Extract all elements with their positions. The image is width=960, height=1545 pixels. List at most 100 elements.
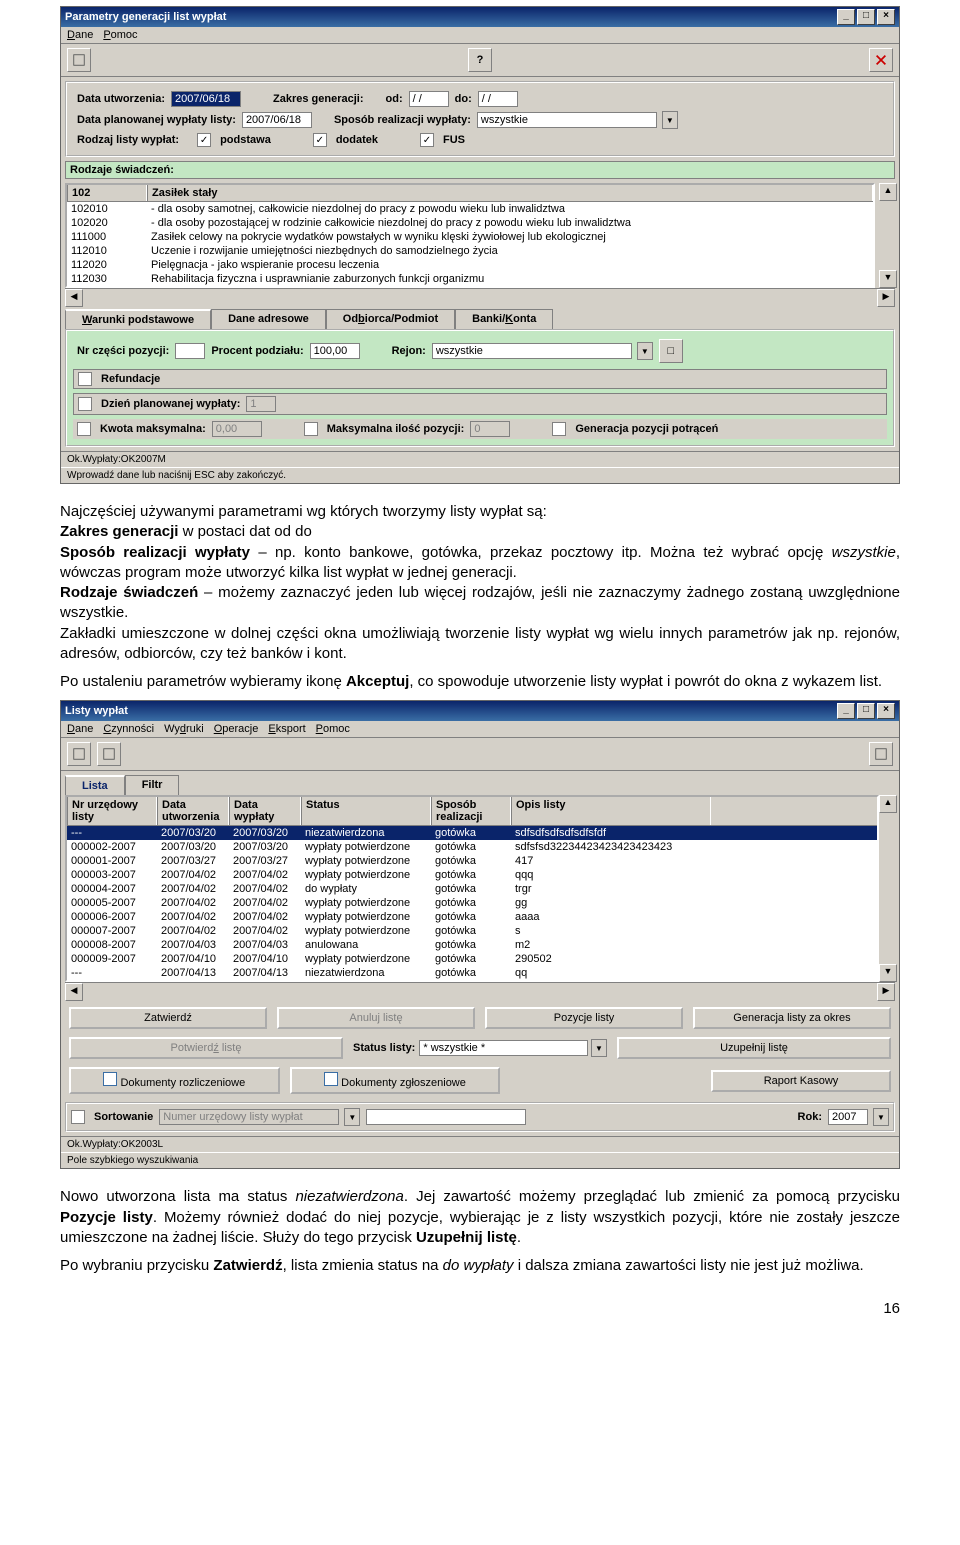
table-row[interactable]: 111000Zasiłek celowy na pokrycie wydatkó… (67, 230, 873, 244)
table-row[interactable]: ---2007/04/132007/04/13niezatwierdzonago… (67, 966, 877, 980)
checkbox-kwota[interactable] (77, 422, 91, 436)
close-button-2[interactable]: × (877, 703, 895, 719)
rejon-extra-button[interactable]: □ (659, 339, 683, 363)
input-rok[interactable]: 2007 (828, 1109, 868, 1125)
input-do[interactable]: / / (478, 91, 518, 107)
titlebar[interactable]: Parametry generacji list wypłat _ □ × (61, 7, 899, 27)
select-status-listy[interactable]: * wszystkie * (419, 1040, 588, 1056)
table-row[interactable]: 102010- dla osoby samotnej, całkowicie n… (67, 202, 873, 216)
table-rodzaje[interactable]: 102 Zasiłek stały 102010- dla osoby samo… (65, 183, 875, 288)
btn-uzupelnij[interactable]: Uzupełnij listę (617, 1037, 891, 1059)
select-sposob[interactable]: wszystkie (477, 112, 657, 128)
btn-pozycje-listy[interactable]: Pozycje listy (485, 1007, 683, 1029)
input-data-utworzenia[interactable]: 2007/06/18 (171, 91, 241, 107)
scrollbar-h[interactable]: ◀▶ (65, 288, 895, 305)
checkbox-fus[interactable]: ✓ (420, 133, 434, 147)
minimize-button-2[interactable]: _ (837, 703, 855, 719)
status-line-1: Ok.Wypłaty:OK2007M (61, 451, 899, 467)
menu-pomoc-2[interactable]: Pomoc (316, 723, 350, 735)
scrollbar-h-2[interactable]: ◀▶ (65, 982, 895, 999)
column-header[interactable]: Data wypłaty (229, 797, 301, 825)
checkbox-sortowanie[interactable] (71, 1110, 85, 1124)
checkbox-gen-potracen[interactable] (552, 422, 566, 436)
titlebar-2[interactable]: Listy wypłat _ □ × (61, 701, 899, 721)
checkbox-dzien[interactable] (78, 397, 92, 411)
btn-generacja[interactable]: Generacja listy za okres (693, 1007, 891, 1029)
input-nr-czesci[interactable] (175, 343, 205, 359)
maximize-button-2[interactable]: □ (857, 703, 875, 719)
label-status-listy: Status listy: (353, 1042, 415, 1054)
column-header[interactable]: Sposób realizacji (431, 797, 511, 825)
dropdown-rejon[interactable]: ▼ (637, 342, 653, 360)
table-row[interactable]: 000008-20072007/04/032007/04/03anulowana… (67, 938, 877, 952)
toolbar2-btn-1[interactable] (67, 742, 91, 766)
table-row[interactable]: 000003-20072007/04/022007/04/02wypłaty p… (67, 868, 877, 882)
table-row[interactable]: 000005-20072007/04/022007/04/02wypłaty p… (67, 896, 877, 910)
tab-warunki-podstawowe[interactable]: Warunki podstawowe (65, 309, 211, 329)
table-row[interactable]: ---2007/03/202007/03/20niezatwierdzonago… (67, 826, 877, 840)
tab-odbiorca[interactable]: Odbiorca/Podmiot (326, 309, 455, 329)
menu-czynnosci[interactable]: Czynności (103, 723, 154, 735)
table-row[interactable]: 000002-20072007/03/202007/03/20wypłaty p… (67, 840, 877, 854)
menubar-2[interactable]: Dane Czynności Wydruki Operacje Eksport … (61, 721, 899, 737)
table-row[interactable]: 000001-20072007/03/272007/03/27wypłaty p… (67, 854, 877, 868)
table-row[interactable]: 000006-20072007/04/022007/04/02wypłaty p… (67, 910, 877, 924)
minimize-button[interactable]: _ (837, 9, 855, 25)
btn-anuluj-liste[interactable]: Anuluj listę (277, 1007, 475, 1029)
input-od[interactable]: / / (409, 91, 449, 107)
toolbar-btn-1[interactable] (67, 48, 91, 72)
label-rok: Rok: (798, 1111, 822, 1123)
column-header[interactable]: Data utworzenia (157, 797, 229, 825)
column-header[interactable]: Opis listy (511, 797, 711, 825)
table-row[interactable]: 000004-20072007/04/022007/04/02do wypłat… (67, 882, 877, 896)
toolbar2-btn-3[interactable] (869, 742, 893, 766)
checkbox-maks[interactable] (304, 422, 318, 436)
dropdown-sort[interactable]: ▼ (344, 1108, 360, 1126)
status-2-line-1: Ok.Wypłaty:OK2003L (61, 1136, 899, 1152)
scrollbar-v-2[interactable]: ▲▼ (879, 795, 895, 982)
table-row[interactable]: 000007-20072007/04/022007/04/02wypłaty p… (67, 924, 877, 938)
table-row[interactable]: 112030Rehabilitacja fizyczna i usprawnia… (67, 272, 873, 286)
menu-eksport[interactable]: Eksport (268, 723, 305, 735)
btn-dok-zgloszeniowe[interactable]: Dokumenty zgłoszeniowe (290, 1067, 501, 1094)
tab-dane-adresowe[interactable]: Dane adresowe (211, 309, 326, 329)
dropdown-rok[interactable]: ▼ (873, 1108, 889, 1126)
close-button[interactable]: × (877, 9, 895, 25)
checkbox-refundacje[interactable] (78, 372, 92, 386)
table-row[interactable]: 000009-20072007/04/102007/04/10wypłaty p… (67, 952, 877, 966)
menu-wydruki[interactable]: Wydruki (164, 723, 204, 735)
tab-banki[interactable]: Banki/Konta (455, 309, 553, 329)
checkbox-dodatek[interactable]: ✓ (313, 133, 327, 147)
select-rejon[interactable]: wszystkie (432, 343, 632, 359)
toolbar2-btn-2[interactable] (97, 742, 121, 766)
table-listy[interactable]: Nr urzędowy listyData utworzeniaData wyp… (65, 795, 879, 982)
dropdown-status[interactable]: ▼ (591, 1039, 607, 1057)
input-search[interactable] (366, 1109, 526, 1125)
maximize-button[interactable]: □ (857, 9, 875, 25)
checkbox-podstawa-label: podstawa (220, 134, 271, 146)
btn-zatwierdz[interactable]: Zatwierdź (69, 1007, 267, 1029)
dropdown-sposob[interactable]: ▼ (662, 111, 678, 129)
menu-dane-2[interactable]: Dane (67, 723, 93, 735)
label-data-plan: Data planowanej wypłaty listy: (77, 114, 236, 126)
btn-raport-kasowy[interactable]: Raport Kasowy (711, 1070, 891, 1092)
btn-potwierdz-liste[interactable]: Potwierdź listę (69, 1037, 343, 1059)
column-header[interactable]: Nr urzędowy listy (67, 797, 157, 825)
tab-filtr[interactable]: Filtr (125, 775, 180, 795)
menu-pomoc[interactable]: Pomoc (103, 29, 137, 41)
column-header[interactable]: Status (301, 797, 431, 825)
tab-lista[interactable]: Lista (65, 775, 125, 795)
input-procent[interactable]: 100,00 (310, 343, 360, 359)
table-row[interactable]: 112010Uczenie i rozwijanie umiejętności … (67, 244, 873, 258)
help-button[interactable]: ? (468, 48, 492, 72)
input-data-plan[interactable]: 2007/06/18 (242, 112, 312, 128)
btn-dok-rozliczeniowe[interactable]: Dokumenty rozliczeniowe (69, 1067, 280, 1094)
checkbox-podstawa[interactable]: ✓ (197, 133, 211, 147)
menu-dane[interactable]: Dane (67, 29, 93, 41)
menubar[interactable]: Dane Pomoc (61, 27, 899, 43)
scrollbar-v[interactable]: ▲▼ (879, 183, 895, 288)
cancel-button[interactable] (869, 48, 893, 72)
table-row[interactable]: 112020Pielęgnacja - jako wspieranie proc… (67, 258, 873, 272)
table-row[interactable]: 102020- dla osoby pozostającej w rodzini… (67, 216, 873, 230)
menu-operacje[interactable]: Operacje (214, 723, 259, 735)
